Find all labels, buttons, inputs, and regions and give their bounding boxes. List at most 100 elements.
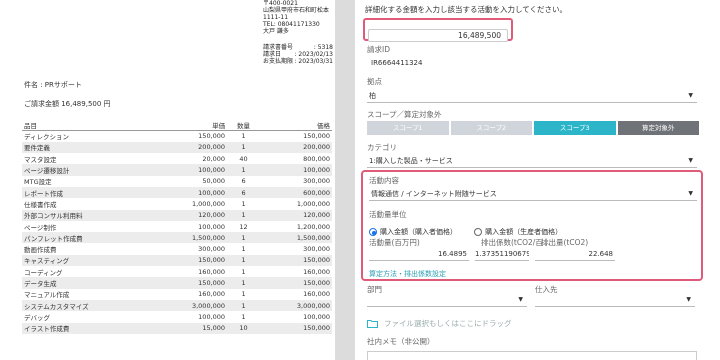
chevron-down-icon: ▼ (686, 296, 691, 303)
invoice-subject: 件名 : PRサポート (24, 81, 82, 89)
activity-amount-field[interactable]: 16.4895 (369, 248, 469, 261)
radio-empty-icon (474, 228, 483, 236)
item-name: ページ制作 (24, 223, 57, 232)
activity-form-panel: 詳細化する金額を入力し該当する活動を入力してください。 請求ID IR66644… (355, 0, 720, 360)
tab-scope-1[interactable]: スコープ1 (367, 121, 449, 135)
item-amount: 160,000 (303, 290, 330, 299)
item-qty: 12 (239, 222, 248, 231)
item-price: 150,000 (198, 132, 226, 141)
item-name: レポート作成 (22, 186, 156, 199)
item-amount: 160,000 (303, 267, 330, 276)
header-item: 品目 (22, 120, 156, 131)
table-row: キャスティング 150,000 1 150,000 (22, 254, 332, 267)
item-price: 100,000 (198, 312, 226, 321)
emission-factor-value: 1.3735119067981 (475, 250, 529, 258)
item-name: マニュアル作成 (24, 291, 70, 300)
emission-amount-value: 22.648 (588, 250, 614, 258)
item-amount: 100,000 (260, 164, 332, 176)
item-qty: 1 (241, 245, 246, 254)
unit-option-producer[interactable]: 購入金額（生産者価格） (474, 227, 562, 237)
meta-label: 請求書番号 (263, 44, 294, 51)
memo-label: 社内メモ（非公開） (367, 337, 435, 346)
activity-value: 情報通信 / インターネット附随サービス (371, 190, 497, 198)
supplier-select[interactable]: ▼ (535, 294, 695, 307)
unit-option-label: 購入金額（生産者価格） (485, 228, 563, 236)
item-qty: 1 (227, 232, 261, 244)
item-qty: 1 (227, 141, 261, 154)
memo-field[interactable] (367, 351, 697, 360)
scope-label: スコープ／算定対象外 (367, 110, 442, 119)
item-name: 要件定義 (22, 141, 156, 154)
radio-selected-icon (369, 228, 377, 236)
table-row: デバッグ 100,000 1 100,000 (22, 311, 332, 322)
calc-method-link[interactable]: 算定方法・排出係数設定 (369, 269, 446, 279)
meta-label: お支払期限 (263, 58, 294, 65)
item-amount: 150,000 (303, 132, 330, 141)
table-row: ページ制作 100,000 12 1,200,000 (22, 221, 332, 232)
item-amount: 200,000 (260, 141, 332, 154)
table-row: マニュアル作成 160,000 1 160,000 (22, 289, 332, 300)
item-name: 動画作成費 (24, 246, 57, 255)
unit-label: 活動量単位 (369, 210, 407, 219)
item-qty: 1 (241, 267, 246, 276)
item-price: 3,000,000 (155, 299, 228, 312)
form-instruction: 詳細化する金額を入力し該当する活動を入力してください。 (365, 5, 568, 14)
tab-scope-2[interactable]: スコープ2 (450, 121, 532, 135)
header-price: 単価 (155, 120, 228, 131)
sender-address: 〒400-0021 山梨県甲府市石和町松本 1111-11 TEL: 08041… (263, 0, 329, 35)
item-amount: 100,000 (303, 312, 330, 321)
chevron-down-icon: ▼ (518, 296, 523, 303)
item-price: 200,000 (155, 141, 228, 154)
item-price: 100,000 (198, 222, 226, 231)
item-price: 1,000,000 (191, 199, 226, 208)
item-price: 160,000 (198, 290, 226, 299)
table-row: パンフレット作成費 1,500,000 1 1,500,000 (22, 232, 332, 244)
sender-line: 〒400-0021 (263, 0, 298, 7)
unit-option-label: 購入金額（購入者価格） (380, 228, 457, 236)
unit-option-buyer[interactable]: 購入金額（購入者価格） (369, 227, 457, 237)
item-name: マスタ設定 (24, 155, 57, 164)
invoice-items-table: 品目 単価 数量 価格 ディレクション 150,000 1 150,000 要件定義 20… (22, 120, 332, 334)
category-select[interactable]: 1:購入した製品・サービス ▼ (367, 153, 697, 168)
col-activity-label: 活動量(百万円) (369, 238, 420, 247)
item-price: 150,000 (155, 277, 228, 289)
table-row: 動画作成費 300,000 1 300,000 (22, 243, 332, 254)
item-name: 仕様書作成 (24, 200, 57, 209)
emission-factor-field[interactable]: 1.3735119067981 (475, 248, 529, 261)
tab-out-of-scope[interactable]: 算定対象外 (617, 121, 699, 135)
meta-value: : 5318 (313, 44, 333, 51)
sender-line: 大戸 謙多 (263, 28, 289, 35)
amount-highlight (363, 18, 513, 42)
item-amount: 150,000 (260, 277, 332, 289)
category-label: カテゴリ (367, 143, 397, 152)
item-amount: 120,000 (260, 209, 332, 221)
item-price: 1,500,000 (155, 232, 228, 244)
item-price: 100,000 (155, 186, 228, 199)
item-qty: 1 (241, 290, 246, 299)
activity-highlight: 活動内容 情報通信 / インターネット附随サービス ▼ 活動量単位 購入金額（購… (361, 170, 703, 281)
tab-scope-3[interactable]: スコープ3 (534, 121, 616, 135)
table-row: 仕様書作成 1,000,000 1 1,000,000 (22, 198, 332, 209)
item-qty: 1 (227, 277, 261, 289)
item-price: 15,000 (155, 322, 228, 334)
invoice-total: ご請求金額 16,489,500 円 (24, 100, 111, 108)
item-name: MTG設定 (24, 178, 52, 187)
file-drop-area[interactable]: ファイル選択もしくはここにドラッグ (367, 318, 512, 329)
item-amount: 1,000,000 (296, 199, 330, 208)
table-row: ページ遷移設計 100,000 1 100,000 (22, 164, 332, 176)
item-price: 120,000 (155, 209, 228, 221)
activity-label: 活動内容 (369, 176, 399, 185)
item-qty: 40 (239, 154, 248, 163)
item-qty: 6 (241, 177, 246, 186)
item-price: 20,000 (202, 154, 226, 163)
sender-line: 1111-11 (263, 14, 289, 21)
sender-line: 山梨県甲府市石和町松本 (263, 7, 330, 14)
item-amount: 1,200,000 (296, 222, 330, 231)
department-select[interactable]: ▼ (367, 294, 527, 307)
chevron-down-icon: ▼ (688, 92, 693, 99)
site-select[interactable]: 柏 ▼ (367, 88, 697, 103)
header-amount: 価格 (260, 120, 332, 131)
amount-input[interactable] (368, 29, 508, 42)
item-qty: 6 (227, 186, 261, 199)
activity-select[interactable]: 情報通信 / インターネット附随サービス ▼ (369, 186, 697, 201)
